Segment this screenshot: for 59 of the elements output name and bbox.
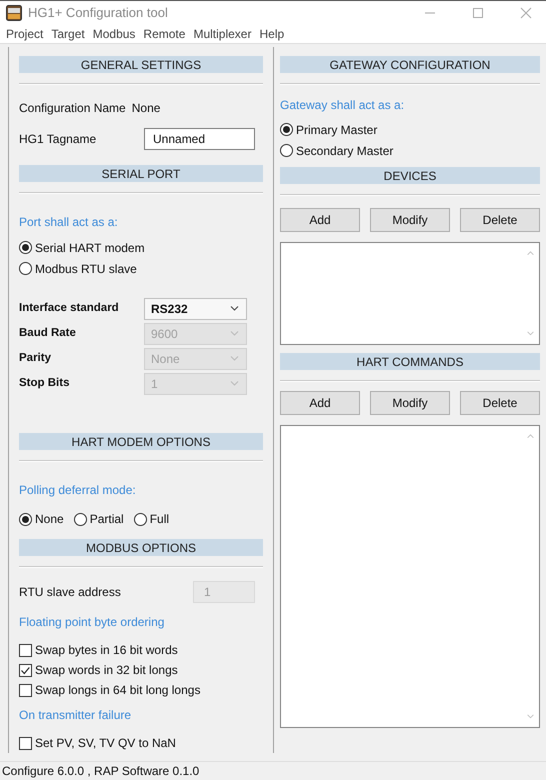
button[interactable]: Add [280, 391, 360, 415]
app-icon [6, 5, 22, 21]
radio-button[interactable] [280, 144, 293, 157]
section-header: DEVICES [280, 167, 540, 184]
field-label: Baud Rate [19, 326, 77, 341]
section-caption: On transmitter failure [19, 707, 132, 724]
section-caption: Gateway shall act as a: [280, 97, 406, 114]
section-caption: Port shall act as a: [19, 214, 119, 231]
checkbox[interactable] [19, 664, 32, 676]
text-field[interactable]: Unnamed [144, 128, 255, 150]
option-label[interactable]: Swap words in 32 bit longs [35, 661, 178, 679]
option-label[interactable]: Swap longs in 64 bit long longs [35, 681, 200, 699]
menu-item[interactable]: Target [47, 25, 89, 43]
radio-button[interactable] [19, 262, 32, 275]
window-title: HG1+ Configuration tool [28, 4, 168, 22]
section-caption: Polling deferral mode: [19, 482, 137, 499]
radio-button[interactable] [280, 123, 293, 136]
menu-item[interactable]: Remote [139, 25, 190, 43]
option-label[interactable]: Partial [90, 510, 124, 528]
section-caption: Floating point byte ordering [19, 614, 166, 631]
checkbox[interactable] [19, 736, 32, 750]
menu-item[interactable]: Multiplexer [189, 25, 256, 43]
radio-button[interactable] [134, 512, 147, 526]
menu-item[interactable]: Modbus [88, 25, 140, 43]
field-label: RTU slave address [19, 584, 122, 601]
option-label[interactable]: Full [150, 510, 170, 528]
radio-button[interactable] [19, 241, 32, 254]
option-label[interactable]: Set PV, SV, TV QV to NaN [35, 734, 176, 752]
section-header: MODBUS OPTIONS [19, 539, 263, 556]
button[interactable]: Add [280, 208, 360, 232]
section-header: SERIAL PORT [19, 165, 263, 182]
button[interactable]: Modify [370, 208, 450, 232]
field-label: HG1 Tagname [19, 131, 98, 148]
status-text: Configure 6.0.0 , RAP Software 0.1.0 [2, 763, 200, 780]
section-header: GENERAL SETTINGS [19, 56, 263, 73]
option-label[interactable]: Secondary Master [296, 142, 394, 160]
checkbox[interactable] [19, 644, 32, 656]
checkbox[interactable] [19, 684, 32, 696]
field-label: Parity [19, 350, 52, 366]
option-label[interactable]: Swap bytes in 16 bit words [35, 641, 178, 659]
menu-item[interactable]: Help [255, 25, 288, 43]
button[interactable]: Delete [460, 391, 540, 415]
radio-button[interactable] [19, 512, 32, 526]
menu-item[interactable]: Project [2, 25, 48, 43]
field-value: None [132, 100, 160, 117]
section-header: HART MODEM OPTIONS [19, 433, 263, 450]
button[interactable]: Delete [460, 208, 540, 232]
option-label[interactable]: None [35, 510, 64, 528]
field-label: Stop Bits [19, 376, 70, 391]
option-label[interactable]: Primary Master [296, 120, 378, 138]
dropdown[interactable]: RS232 [144, 298, 247, 320]
field-label: Configuration Name [19, 100, 126, 117]
radio-button[interactable] [74, 512, 87, 526]
option-label[interactable]: Modbus RTU slave [35, 260, 137, 278]
section-header: GATEWAY CONFIGURATION [280, 56, 540, 73]
option-label[interactable]: Serial HART modem [35, 238, 145, 256]
field-label: Interface standard [19, 300, 120, 316]
button[interactable]: Modify [370, 391, 450, 415]
section-header: HART COMMANDS [280, 353, 540, 370]
